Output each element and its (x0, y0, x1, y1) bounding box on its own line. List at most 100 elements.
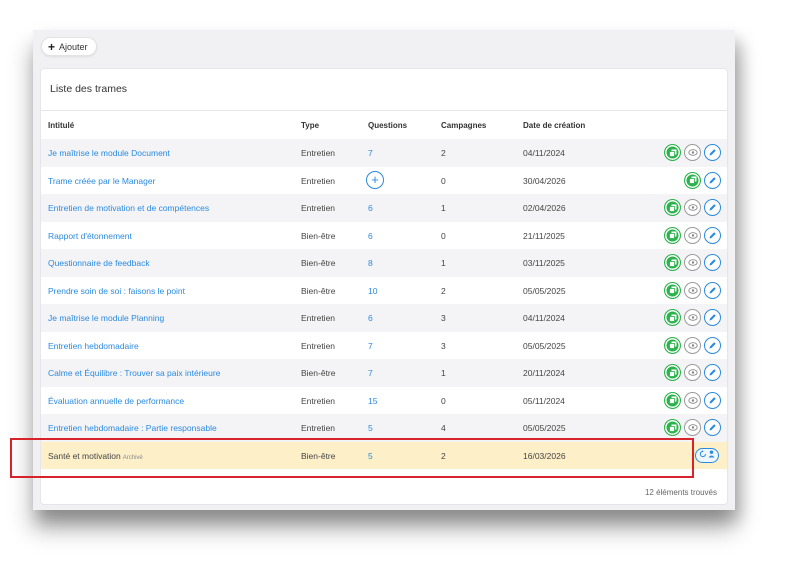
row-campaigns: 3 (441, 340, 446, 351)
row-type: Bien-être (301, 450, 336, 461)
row-questions[interactable]: 7 (368, 148, 373, 158)
row-title-link[interactable]: Prendre soin de soi : faisons le point (48, 286, 185, 296)
table-row[interactable]: Je maîtrise le module Planning Entretien 6… (41, 304, 727, 332)
copy-icon[interactable] (664, 391, 681, 409)
row-title-link[interactable]: Je maîtrise le module Document (48, 148, 170, 158)
add-button[interactable]: + Ajouter (41, 37, 97, 56)
row-questions[interactable]: 5 (368, 451, 373, 461)
row-questions[interactable]: 15 (368, 396, 377, 406)
row-questions[interactable]: 5 (368, 423, 373, 433)
row-date: 05/11/2024 (523, 395, 565, 406)
row-title-link[interactable]: Je maîtrise le module Planning (48, 313, 164, 323)
row-questions[interactable]: 6 (368, 203, 373, 213)
row-title[interactable]: Santé et motivation Archivé (48, 451, 143, 461)
row-actions (664, 309, 721, 326)
pencil-icon[interactable] (704, 226, 721, 244)
column-header-title[interactable]: Intitulé (48, 121, 74, 130)
copy-icon[interactable] (684, 171, 701, 189)
table-row[interactable]: Trame créée par le Manager Entretien +0 30/… (41, 167, 727, 195)
row-actions (664, 254, 721, 271)
pencil-icon[interactable] (704, 419, 721, 436)
row-date: 05/05/2025 (523, 285, 566, 296)
column-header-questions[interactable]: Questions (368, 121, 407, 130)
table-row[interactable]: Prendre soin de soi : faisons le point Bi… (41, 277, 727, 305)
copy-icon[interactable] (664, 336, 681, 354)
row-title-link[interactable]: Entretien hebdomadaire : Partie responsa… (48, 423, 217, 433)
row-date: 02/04/2026 (523, 203, 566, 213)
copy-icon[interactable] (664, 199, 681, 216)
restore-button[interactable] (695, 447, 719, 463)
copy-icon[interactable] (664, 226, 681, 244)
eye-icon[interactable] (684, 364, 701, 381)
column-header-type[interactable]: Type (301, 121, 319, 130)
row-type: Entretien (301, 148, 336, 158)
pencil-icon[interactable] (704, 171, 721, 189)
add-button-label: Ajouter (59, 41, 88, 52)
eye-icon[interactable] (684, 336, 701, 354)
table-header: Intitulé Type Questions Campagnes Date d… (41, 111, 727, 139)
row-actions (664, 336, 721, 354)
row-questions[interactable]: 6 (368, 313, 373, 323)
row-title-link[interactable]: Questionnaire de feedback (48, 258, 150, 268)
copy-icon[interactable] (664, 281, 681, 299)
eye-icon[interactable] (684, 226, 701, 244)
row-title-link[interactable]: Trame créée par le Manager (48, 176, 155, 186)
row-type: Bien-être (301, 285, 336, 296)
table-row[interactable]: Entretien hebdomadaire : Partie responsa… (41, 414, 727, 442)
table-row[interactable]: Je maîtrise le module Document Entretien 7… (41, 139, 727, 167)
table-row[interactable]: Rapport d'étonnement Bien-être 6 0 21/11/202… (41, 222, 727, 250)
pencil-icon[interactable] (704, 254, 721, 271)
eye-icon[interactable] (684, 309, 701, 326)
app-frame: + Ajouter Liste des trames Intitulé Type… (33, 30, 735, 510)
table-row[interactable]: Entretien hebdomadaire Entretien 7 3 05/05/2… (41, 332, 727, 360)
copy-icon[interactable] (664, 309, 681, 326)
pencil-icon[interactable] (704, 364, 721, 381)
row-date: 05/05/2025 (523, 423, 566, 433)
row-title-link[interactable]: Entretien hebdomadaire (48, 341, 139, 351)
row-questions[interactable]: 7 (368, 368, 373, 378)
add-question-button[interactable]: + (366, 170, 384, 189)
copy-icon[interactable] (664, 419, 681, 436)
eye-icon[interactable] (684, 199, 701, 216)
row-questions[interactable]: 7 (368, 341, 373, 351)
row-title-link[interactable]: Rapport d'étonnement (48, 231, 132, 241)
row-type: Entretien (301, 423, 336, 433)
row-title-link[interactable]: Évaluation annuelle de performance (48, 396, 184, 406)
row-title-link[interactable]: Entretien de motivation et de compétence… (48, 203, 209, 213)
row-date: 20/11/2024 (523, 368, 565, 378)
row-type: Bien-être (301, 258, 336, 268)
row-actions (664, 391, 721, 409)
row-title-link[interactable]: Calme et Équilibre : Trouver sa paix int… (48, 368, 220, 378)
archived-badge: Archivé (122, 454, 143, 461)
copy-icon[interactable] (664, 254, 681, 271)
table-row[interactable]: Entretien de motivation et de compétence… (41, 194, 727, 222)
eye-icon[interactable] (684, 391, 701, 409)
row-campaigns: 0 (441, 395, 446, 406)
row-title-text: Santé et motivation (48, 450, 121, 461)
row-type: Entretien (301, 395, 336, 406)
pencil-icon[interactable] (704, 309, 721, 326)
row-questions[interactable]: 8 (368, 258, 373, 268)
column-header-date[interactable]: Date de création (523, 121, 585, 130)
table-row[interactable]: Calme et Équilibre : Trouver sa paix int… (41, 359, 727, 387)
table-row[interactable]: Santé et motivation Archivé Bien-être 5 2 16/… (41, 441, 727, 469)
pencil-icon[interactable] (704, 199, 721, 216)
row-questions[interactable]: 10 (368, 286, 377, 296)
pencil-icon[interactable] (704, 281, 721, 299)
table-row[interactable]: Évaluation annuelle de performance Entret… (41, 387, 727, 415)
copy-icon[interactable] (664, 144, 681, 161)
eye-icon[interactable] (684, 144, 701, 161)
copy-icon[interactable] (664, 364, 681, 381)
row-actions (664, 281, 721, 299)
table-row[interactable]: Questionnaire de feedback Bien-être 8 1 03/1… (41, 249, 727, 277)
eye-icon[interactable] (684, 419, 701, 436)
row-date: 03/11/2025 (523, 258, 565, 268)
row-campaigns: 1 (441, 258, 446, 268)
row-questions[interactable]: 6 (368, 231, 373, 241)
eye-icon[interactable] (684, 254, 701, 271)
pencil-icon[interactable] (704, 336, 721, 354)
pencil-icon[interactable] (704, 144, 721, 161)
column-header-campaigns[interactable]: Campagnes (441, 121, 486, 130)
eye-icon[interactable] (684, 281, 701, 299)
pencil-icon[interactable] (704, 391, 721, 409)
